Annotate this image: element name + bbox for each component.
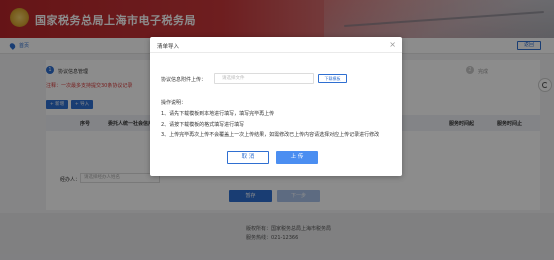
- download-template-button[interactable]: 下载模板: [318, 74, 347, 83]
- instruction-line: 3、上传完毕再次上传不会覆盖上一次上传结果，如需修改已上传内容请选择对应上传记录…: [161, 132, 380, 138]
- dialog-header: 清单导入 ×: [150, 37, 402, 53]
- file-upload-input[interactable]: 请选择文件: [214, 73, 314, 84]
- instructions-title: 操作说明：: [161, 100, 187, 106]
- instruction-line: 1、请先下载模板到本地进行填写，填写完毕再上传: [161, 111, 275, 117]
- import-dialog: 清单导入 × 协议信息附件上传： 请选择文件 下载模板 操作说明： 1、请先下载…: [150, 37, 402, 176]
- dialog-title: 清单导入: [157, 44, 180, 50]
- cancel-button[interactable]: 取 消: [227, 151, 269, 164]
- upload-button[interactable]: 上 传: [276, 151, 318, 164]
- close-icon[interactable]: ×: [389, 40, 396, 49]
- upload-field-label: 协议信息附件上传：: [161, 77, 207, 83]
- instruction-line: 2、请按下载模板的格式填写进行填写: [161, 122, 245, 128]
